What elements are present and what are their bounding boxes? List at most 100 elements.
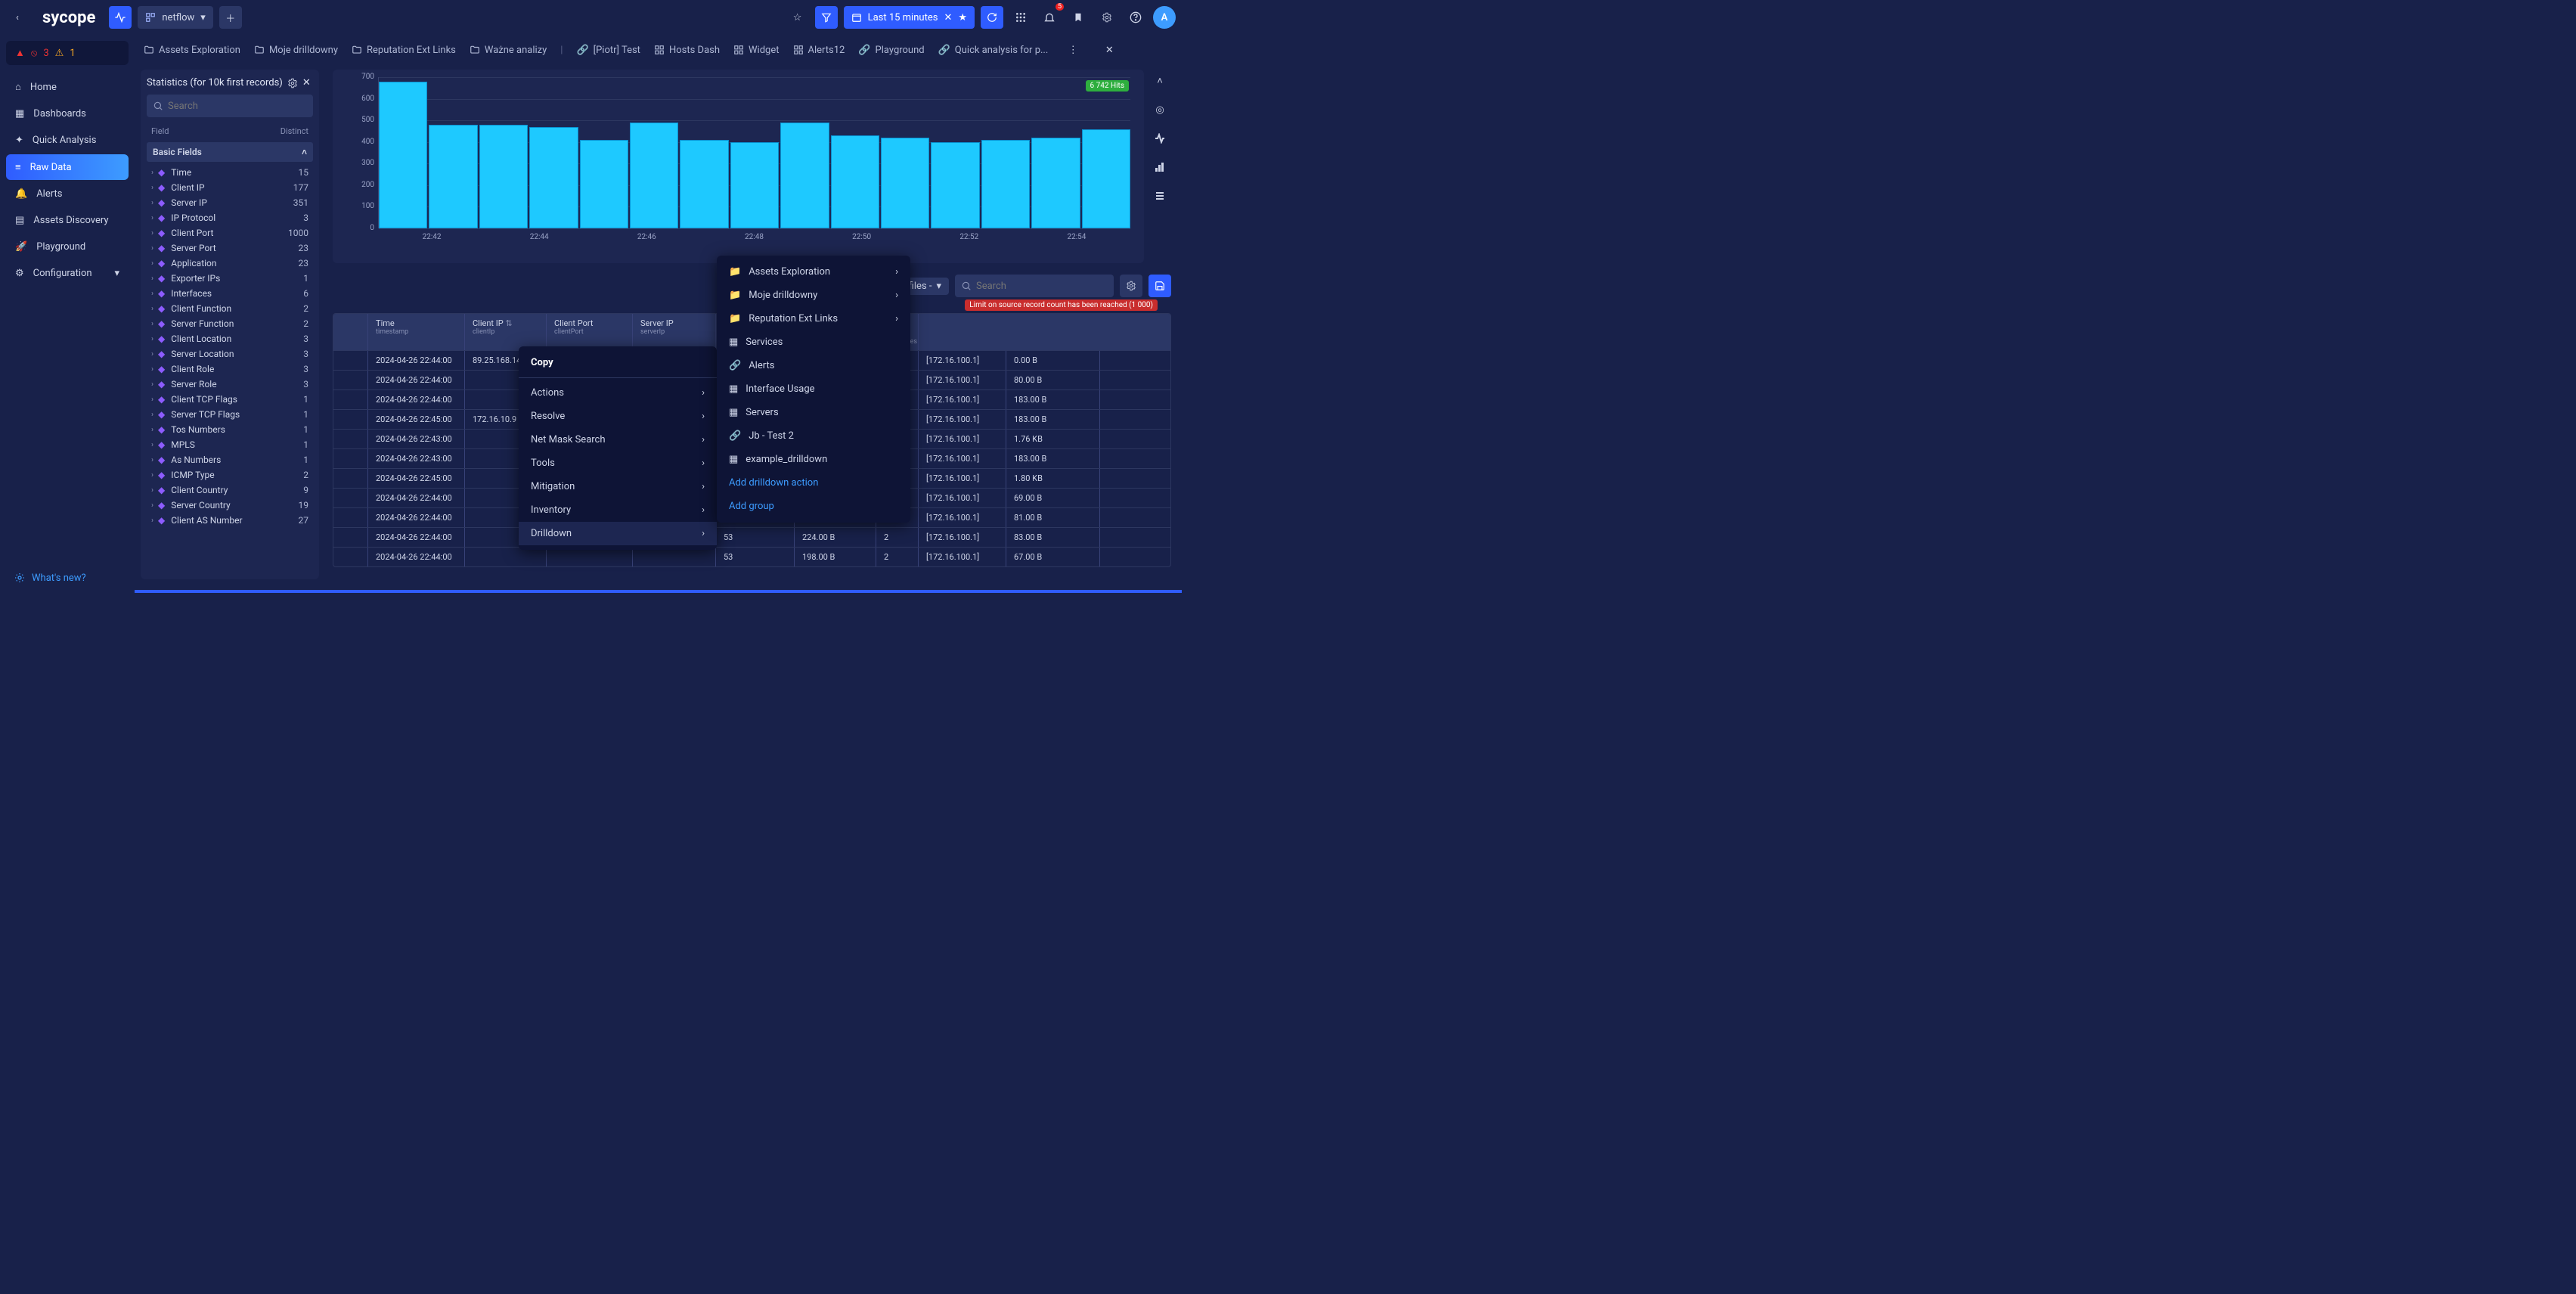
field-row[interactable]: ›◆Tos Numbers1 (147, 422, 313, 437)
table-row[interactable]: 2024-04-26 22:44:00555298.8.8.853224.00 … (333, 527, 1170, 547)
stream-selector[interactable]: netflow ▾ (138, 6, 212, 29)
tab-close-icon[interactable]: ✕ (1098, 39, 1121, 61)
histogram-bar[interactable] (379, 82, 427, 228)
ctx-item-tools[interactable]: Tools› (519, 452, 717, 475)
tab-view[interactable]: 🔗[Piotr] Test (576, 45, 640, 56)
star-outline-icon[interactable]: ☆ (786, 6, 809, 29)
alert-summary[interactable]: ▲ ⦸ 3 ⚠ 1 (6, 41, 129, 65)
refresh-button[interactable] (981, 6, 1003, 29)
clear-time-icon[interactable]: ✕ (944, 12, 952, 23)
drilldown-item[interactable]: ▦Interface Usage (717, 377, 910, 401)
settings-icon[interactable] (1096, 6, 1118, 29)
save-table-icon[interactable] (1149, 275, 1171, 297)
target-icon[interactable]: ◎ (1149, 98, 1171, 121)
field-row[interactable]: ›◆Client Role3 (147, 362, 313, 377)
table-search[interactable] (955, 275, 1114, 297)
field-row[interactable]: ›◆Server Function2 (147, 316, 313, 331)
field-row[interactable]: ›◆Server Country19 (147, 498, 313, 513)
histogram-bar[interactable] (580, 140, 628, 228)
histogram-bar[interactable] (981, 140, 1030, 228)
apps-icon[interactable] (1009, 6, 1032, 29)
sidebar-item-assets-discovery[interactable]: ▤Assets Discovery (6, 208, 129, 233)
drilldown-item[interactable]: 🔗Alerts (717, 354, 910, 377)
field-row[interactable]: ›◆IP Protocol3 (147, 210, 313, 225)
stats-section-basic[interactable]: Basic Fields ˄ (147, 142, 313, 162)
column-header[interactable]: Server IPserverIp (633, 314, 716, 350)
field-row[interactable]: ›◆Application23 (147, 256, 313, 271)
drilldown-item[interactable]: 📁Reputation Ext Links› (717, 307, 910, 330)
histogram-bar[interactable] (881, 138, 929, 228)
ctx-item-inventory[interactable]: Inventory› (519, 498, 717, 522)
field-row[interactable]: ›◆As Numbers1 (147, 452, 313, 467)
histogram-bar[interactable] (429, 125, 477, 228)
add-tab-button[interactable]: ＋ (219, 6, 242, 29)
sidebar-item-dashboards[interactable]: ▦Dashboards (6, 101, 129, 126)
field-row[interactable]: ›◆Interfaces6 (147, 286, 313, 301)
histogram-chart[interactable]: 0100200300400500600700 (378, 77, 1130, 228)
drilldown-item[interactable]: ▦Services (717, 330, 910, 354)
sidebar-item-raw-data[interactable]: ≡Raw Data (6, 154, 129, 180)
whats-new-link[interactable]: What's new? (14, 572, 86, 584)
ctx-item-drilldown[interactable]: Drilldown› (519, 522, 717, 545)
histogram-bar[interactable] (730, 142, 779, 228)
table-search-input[interactable] (976, 281, 1108, 292)
field-row[interactable]: ›◆Client AS Number27 (147, 513, 313, 528)
tab-view[interactable]: Hosts Dash (654, 45, 720, 56)
field-row[interactable]: ›◆Client TCP Flags1 (147, 392, 313, 407)
tab-folder[interactable]: Moje drilldowny (254, 45, 338, 56)
field-row[interactable]: ›◆Client Function2 (147, 301, 313, 316)
collapse-panel-icon[interactable]: ˄ (1149, 70, 1171, 92)
field-row[interactable]: ›◆ICMP Type2 (147, 467, 313, 483)
pulse-icon[interactable] (109, 6, 132, 29)
ctx-item-actions[interactable]: Actions› (519, 381, 717, 405)
field-row[interactable]: ›◆Server Port23 (147, 240, 313, 256)
drilldown-item[interactable]: 📁Assets Exploration› (717, 260, 910, 284)
tab-view[interactable]: 🔗Quick analysis for p... (938, 45, 1049, 56)
field-row[interactable]: ›◆Server Role3 (147, 377, 313, 392)
tab-more-icon[interactable]: ⋮ (1062, 39, 1084, 61)
field-row[interactable]: ›◆Client Port1000 (147, 225, 313, 240)
help-icon[interactable] (1124, 6, 1147, 29)
drilldown-item[interactable]: 🔗Jb - Test 2 (717, 424, 910, 448)
column-header[interactable]: Timetimestamp (368, 314, 465, 350)
sidebar-item-alerts[interactable]: 🔔Alerts (6, 182, 129, 206)
tab-folder[interactable]: Ważne analizy (470, 45, 547, 56)
field-row[interactable]: ›◆Exporter IPs1 (147, 271, 313, 286)
field-row[interactable]: ›◆Time15 (147, 165, 313, 180)
field-row[interactable]: ›◆MPLS1 (147, 437, 313, 452)
histogram-bar[interactable] (1031, 138, 1080, 228)
stats-search[interactable] (147, 95, 313, 117)
tab-folder[interactable]: Assets Exploration (144, 45, 240, 56)
ctx-item-mitigation[interactable]: Mitigation› (519, 475, 717, 498)
field-row[interactable]: ›◆Server Location3 (147, 346, 313, 362)
sidebar-item-configuration[interactable]: ⚙Configuration▾ (6, 261, 129, 286)
sidebar-item-quick-analysis[interactable]: ✦Quick Analysis (6, 128, 129, 153)
time-range-selector[interactable]: Last 15 minutes ✕ ★ (844, 6, 975, 29)
ctx-item-resolve[interactable]: Resolve› (519, 405, 717, 428)
tab-view[interactable]: Alerts12 (793, 45, 845, 56)
list-icon[interactable] (1149, 185, 1171, 207)
drilldown-item[interactable]: ▦Servers (717, 401, 910, 424)
stats-settings-icon[interactable] (287, 78, 298, 88)
tab-folder[interactable]: Reputation Ext Links (352, 45, 456, 56)
pulse-tool-icon[interactable] (1149, 127, 1171, 150)
histogram-bar[interactable] (479, 125, 528, 228)
sidebar-item-playground[interactable]: 🚀Playground (6, 234, 129, 259)
field-row[interactable]: ›◆Client Location3 (147, 331, 313, 346)
bar-chart-icon[interactable] (1149, 156, 1171, 178)
sidebar-item-home[interactable]: ⌂Home (6, 74, 129, 100)
field-row[interactable]: ›◆Server IP351 (147, 195, 313, 210)
drilldown-item[interactable]: 📁Moje drilldowny› (717, 284, 910, 307)
user-avatar[interactable]: A (1153, 6, 1176, 29)
tab-view[interactable]: Widget (733, 45, 779, 56)
table-settings-icon[interactable] (1120, 275, 1142, 297)
stats-search-input[interactable] (168, 101, 307, 112)
back-button[interactable]: ‹ (6, 6, 29, 29)
bookmark-icon[interactable] (1067, 6, 1090, 29)
tab-view[interactable]: 🔗Playground (858, 45, 924, 56)
field-row[interactable]: ›◆Client Country9 (147, 483, 313, 498)
histogram-bar[interactable] (831, 135, 879, 228)
histogram-bar[interactable] (1082, 129, 1130, 228)
column-header[interactable]: Client PortclientPort (547, 314, 633, 350)
column-header[interactable]: Client IP ⇅clientIp (465, 314, 547, 350)
